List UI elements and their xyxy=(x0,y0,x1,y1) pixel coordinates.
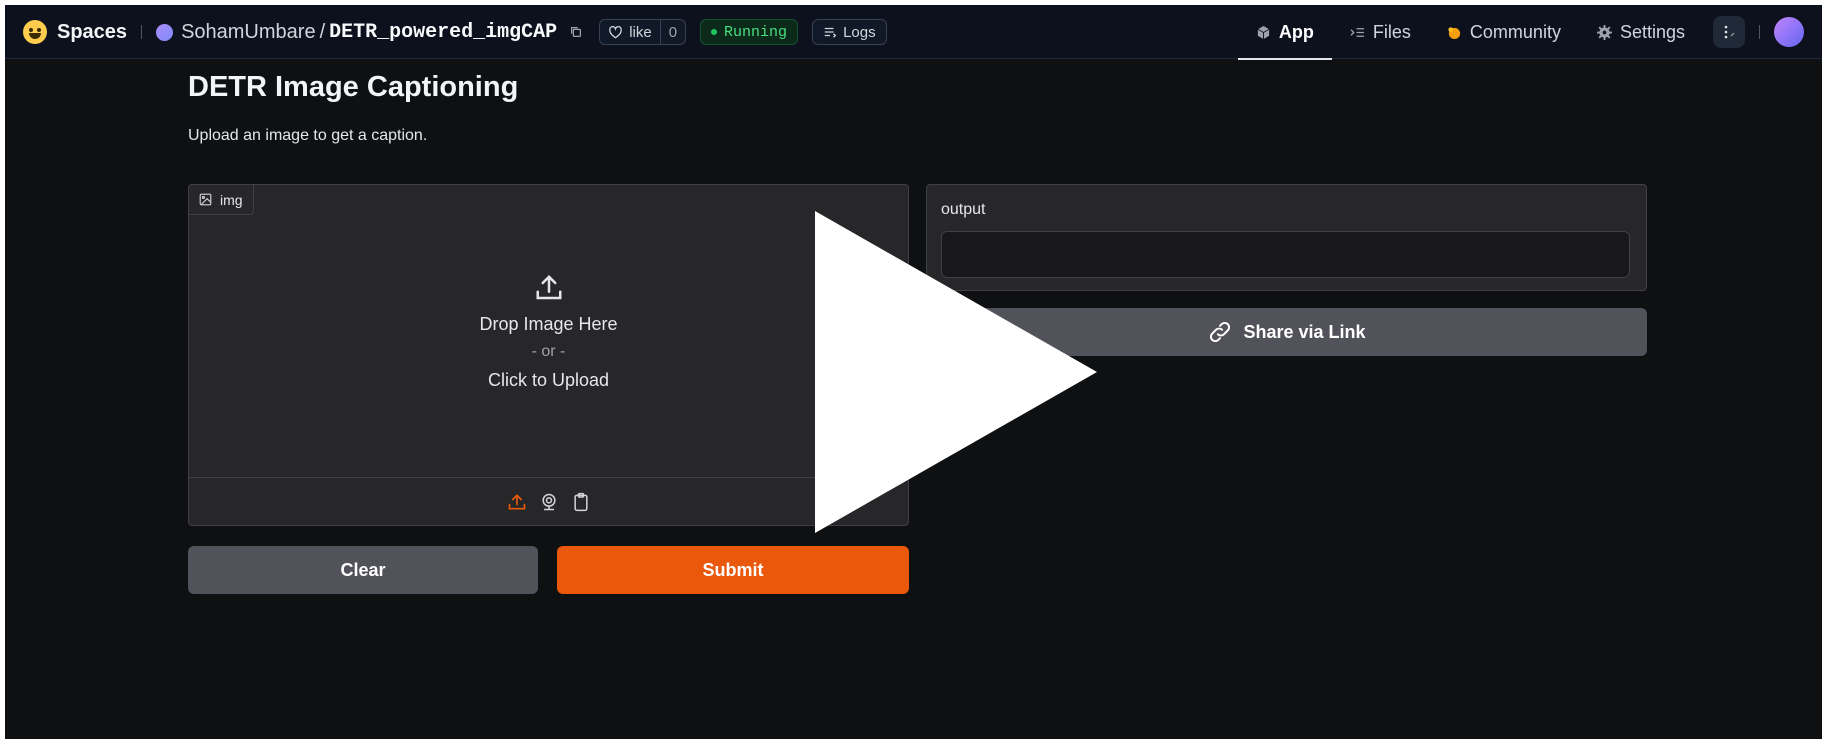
space-nav: App Files Community Settings xyxy=(1237,5,1804,60)
status-label: Running xyxy=(724,23,788,41)
tab-files-label: Files xyxy=(1372,21,1411,42)
repo-name-link[interactable]: DETR_powered_imgCAP xyxy=(329,21,557,44)
clipboard-icon[interactable] xyxy=(571,492,591,512)
logs-button[interactable]: Logs xyxy=(812,19,887,45)
click-to-upload-text[interactable]: Click to Upload xyxy=(189,365,908,395)
share-via-link-button[interactable]: Share via Link xyxy=(926,308,1647,356)
drop-text: Drop Image Here xyxy=(479,314,618,334)
image-icon xyxy=(199,193,212,206)
path-separator: / xyxy=(319,20,326,43)
status-badge[interactable]: Running xyxy=(700,19,799,45)
logs-icon xyxy=(824,27,837,38)
like-label: like xyxy=(629,23,652,41)
tab-community-label: Community xyxy=(1469,21,1561,42)
submit-button[interactable]: Submit xyxy=(557,546,909,594)
image-input-label: img xyxy=(189,185,254,215)
like-count[interactable]: 0 xyxy=(659,20,685,44)
upload-icon[interactable] xyxy=(507,492,527,512)
more-options-button[interactable] xyxy=(1713,16,1745,48)
hugging-face-logo-icon[interactable] xyxy=(23,20,47,44)
user-avatar[interactable] xyxy=(1774,17,1804,47)
link-icon xyxy=(1210,321,1231,343)
owner-link[interactable]: SohamUmbare xyxy=(181,21,316,44)
copy-icon[interactable] xyxy=(569,25,583,39)
tab-community[interactable]: Community xyxy=(1429,5,1579,59)
community-icon xyxy=(1448,26,1461,39)
divider xyxy=(1759,25,1760,39)
or-text: - or - xyxy=(531,343,566,360)
output-textbox[interactable] xyxy=(941,231,1630,278)
tab-app[interactable]: App xyxy=(1237,5,1332,60)
divider xyxy=(141,25,143,39)
cube-icon xyxy=(1257,25,1270,39)
share-via-link-label: Share via Link xyxy=(1243,321,1366,342)
kebab-icon xyxy=(1724,25,1735,39)
tab-settings-label: Settings xyxy=(1619,21,1685,42)
tab-files[interactable]: Files xyxy=(1332,5,1429,59)
page-description: Upload an image to get a caption. xyxy=(188,127,428,144)
like-button[interactable]: like 0 xyxy=(599,19,687,45)
app-window: Spaces SohamUmbare / DETR_powered_imgCAP… xyxy=(5,5,1822,739)
status-dot-icon xyxy=(711,29,718,35)
spaces-link[interactable]: Spaces xyxy=(57,21,127,44)
webcam-icon[interactable] xyxy=(539,492,559,512)
image-input-label-text: img xyxy=(220,191,243,208)
upload-icon xyxy=(536,274,561,300)
image-source-toolbar xyxy=(189,477,908,525)
logs-label: Logs xyxy=(843,23,876,41)
page-title: DETR Image Captioning xyxy=(188,71,519,103)
clear-button[interactable]: Clear xyxy=(188,546,538,594)
files-icon xyxy=(1350,27,1364,37)
like-toggle[interactable]: like xyxy=(600,20,660,44)
tab-settings[interactable]: Settings xyxy=(1579,5,1703,59)
space-header: Spaces SohamUmbare / DETR_powered_imgCAP… xyxy=(23,5,887,59)
output-label: output xyxy=(941,201,986,218)
image-upload-panel[interactable]: img Drop Image Here - or - Click to Uplo… xyxy=(188,184,909,526)
tab-app-label: App xyxy=(1278,21,1314,42)
output-panel: output xyxy=(926,184,1647,291)
drop-zone[interactable]: Drop Image Here - or - Click to Upload xyxy=(189,273,908,395)
heart-icon xyxy=(609,25,623,38)
gear-icon xyxy=(1596,24,1612,40)
owner-avatar xyxy=(156,23,174,41)
top-bar: Spaces SohamUmbare / DETR_powered_imgCAP… xyxy=(5,5,1822,60)
